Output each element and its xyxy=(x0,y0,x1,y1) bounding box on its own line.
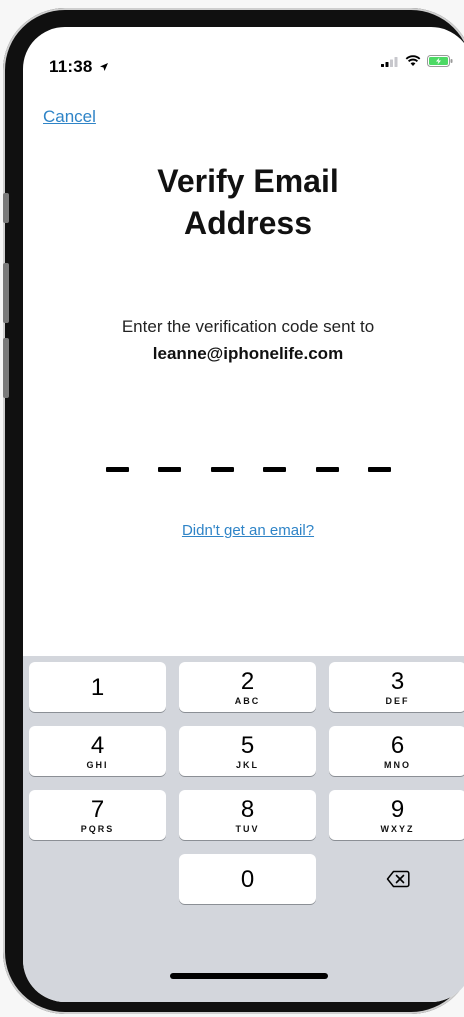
location-arrow-icon xyxy=(100,63,109,71)
instructions: Enter the verification code sent to lean… xyxy=(23,313,464,367)
key-digit: 8 xyxy=(240,796,255,823)
cellular-signal-icon xyxy=(381,56,398,67)
backspace-icon xyxy=(386,870,410,888)
code-digit-slot-1 xyxy=(106,467,129,472)
key-digit: 1 xyxy=(90,674,105,701)
code-digit-slot-6 xyxy=(367,467,391,472)
key-letters: JKL xyxy=(235,760,259,770)
key-letters: DEF xyxy=(385,696,410,706)
key-1[interactable]: 1 xyxy=(29,662,166,712)
key-4[interactable]: 4 GHI xyxy=(29,726,166,776)
key-letters: WXYZ xyxy=(380,824,415,834)
instructions-text: Enter the verification code sent to xyxy=(121,317,375,336)
key-digit: 9 xyxy=(390,796,405,823)
key-letters: ABC xyxy=(234,696,261,706)
key-letters: GHI xyxy=(86,760,109,770)
key-5[interactable]: 5 JKL xyxy=(179,726,316,776)
key-letters: TUV xyxy=(235,824,260,834)
page-title-line-2: Address xyxy=(183,205,313,241)
battery-charging-icon xyxy=(427,55,453,67)
status-icons xyxy=(381,55,453,67)
page-title-line-1: Verify Email xyxy=(157,163,339,199)
status-bar: 11:38 xyxy=(23,27,464,77)
key-2[interactable]: 2 ABC xyxy=(179,662,316,712)
code-digit-slot-2 xyxy=(158,467,182,472)
key-digit: 5 xyxy=(240,732,255,759)
screen: 11:38 Cancel Verify Email Address Enter … xyxy=(23,27,464,1002)
volume-down-button xyxy=(3,338,9,398)
key-digit: 0 xyxy=(240,866,255,893)
home-indicator[interactable] xyxy=(170,973,328,979)
code-digit-slot-5 xyxy=(315,467,339,472)
key-digit: 6 xyxy=(390,732,405,759)
status-time: 11:38 xyxy=(49,57,109,77)
phone-frame: 11:38 Cancel Verify Email Address Enter … xyxy=(3,8,464,1014)
code-digit-slot-4 xyxy=(263,467,287,472)
key-digit: 4 xyxy=(90,732,105,759)
resend-email-link[interactable]: Didn't get an email? xyxy=(23,522,464,539)
recipient-email: leanne@iphonelife.com xyxy=(152,344,344,363)
mute-switch xyxy=(3,193,9,223)
key-digit: 7 xyxy=(90,796,105,823)
numeric-keypad: 1 2 ABC 3 DEF 4 GHI 5 JKL 6 MNO 7 PQRS 8… xyxy=(23,656,464,1002)
key-9[interactable]: 9 WXYZ xyxy=(329,790,464,840)
key-8[interactable]: 8 TUV xyxy=(179,790,316,840)
key-digit: 2 xyxy=(240,668,255,695)
key-6[interactable]: 6 MNO xyxy=(329,726,464,776)
key-7[interactable]: 7 PQRS xyxy=(29,790,166,840)
code-digit-slot-3 xyxy=(210,467,234,472)
page-title: Verify Email Address xyxy=(23,160,464,244)
cancel-button[interactable]: Cancel xyxy=(43,107,96,127)
wifi-icon xyxy=(405,55,421,66)
key-letters: MNO xyxy=(384,760,411,770)
key-3[interactable]: 3 DEF xyxy=(329,662,464,712)
verification-code-input[interactable] xyxy=(106,467,391,475)
volume-up-button xyxy=(3,263,9,323)
key-digit: 3 xyxy=(390,668,405,695)
key-0[interactable]: 0 xyxy=(179,854,316,904)
delete-button[interactable] xyxy=(329,854,464,904)
key-letters: PQRS xyxy=(80,824,115,834)
